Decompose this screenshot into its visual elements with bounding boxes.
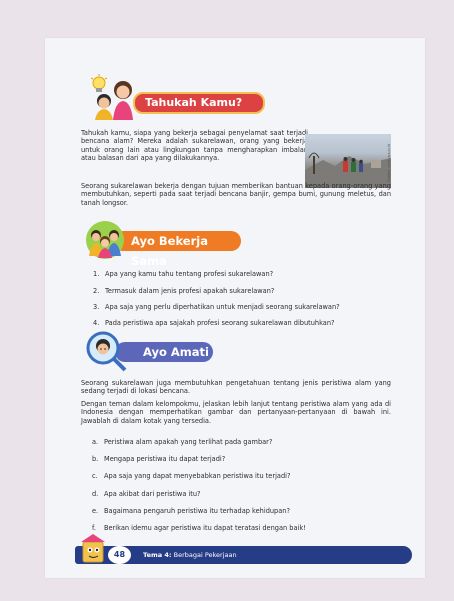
observe-question: b. Mengapa peristiwa itu dapat terjadi? — [92, 455, 226, 463]
collab-question: 2. Termasuk dalam jenis profesi apakah su… — [93, 287, 275, 295]
mascot-book-icon — [81, 534, 105, 563]
collab-question: 4. Pada peristiwa apa sajakah profesi seo… — [93, 319, 335, 327]
footer-theme: Tema 4: Berbagai Pekerjaan — [143, 551, 237, 559]
observe-question: d. Apa akibat dari peristiwa itu? — [92, 490, 201, 498]
observe-paragraph-1: Seorang sukarelawan juga membutuhkan pen… — [81, 379, 391, 396]
photo-credit: Sumber: www.viva.co.id — [387, 143, 392, 183]
observe-question: a. Peristiwa alam apakah yang terlihat pa… — [92, 438, 273, 446]
magnifier-boy-icon — [86, 331, 127, 372]
section-title: Tahukah Kamu? — [145, 96, 243, 109]
volunteer-photo — [305, 134, 391, 188]
textbook-page: Tahukah Kamu? Tahukah kamu, siapa yang b… — [45, 38, 425, 578]
lightbulb-kids-icon — [90, 74, 133, 120]
section-banner-tahukah-kamu: Tahukah Kamu? — [133, 92, 265, 114]
observe-question: e. Bagaimana pengaruh peristiwa itu terha… — [92, 507, 290, 515]
kids-group-icon — [86, 221, 124, 259]
intro-paragraph-2: Seorang sukarelawan bekerja dengan tujua… — [81, 182, 391, 207]
footer-theme-label: Tema 4: — [143, 551, 172, 559]
intro-paragraph-1: Tahukah kamu, siapa yang bekerja sebagai… — [81, 129, 308, 163]
section-title: Ayo Amati — [143, 345, 209, 359]
section-title: Ayo Bekerja Sama — [131, 234, 208, 268]
observe-question: c. Apa saja yang dapat menyebabkan perist… — [92, 472, 291, 480]
collab-question: 3. Apa saja yang perlu diperhatikan untuk… — [93, 303, 340, 311]
page-number: 48 — [108, 546, 131, 564]
footer-theme-title: Berbagai Pekerjaan — [173, 551, 237, 559]
collab-question: 1. Apa yang kamu tahu tentang profesi suk… — [93, 270, 274, 278]
section-banner-ayo-bekerja-sama: Ayo Bekerja Sama — [113, 231, 241, 268]
observe-question: f. Berikan idemu agar peristiwa itu dapat… — [92, 524, 306, 532]
observe-paragraph-2: Dengan teman dalam kelompokmu, jelaskan … — [81, 400, 391, 425]
